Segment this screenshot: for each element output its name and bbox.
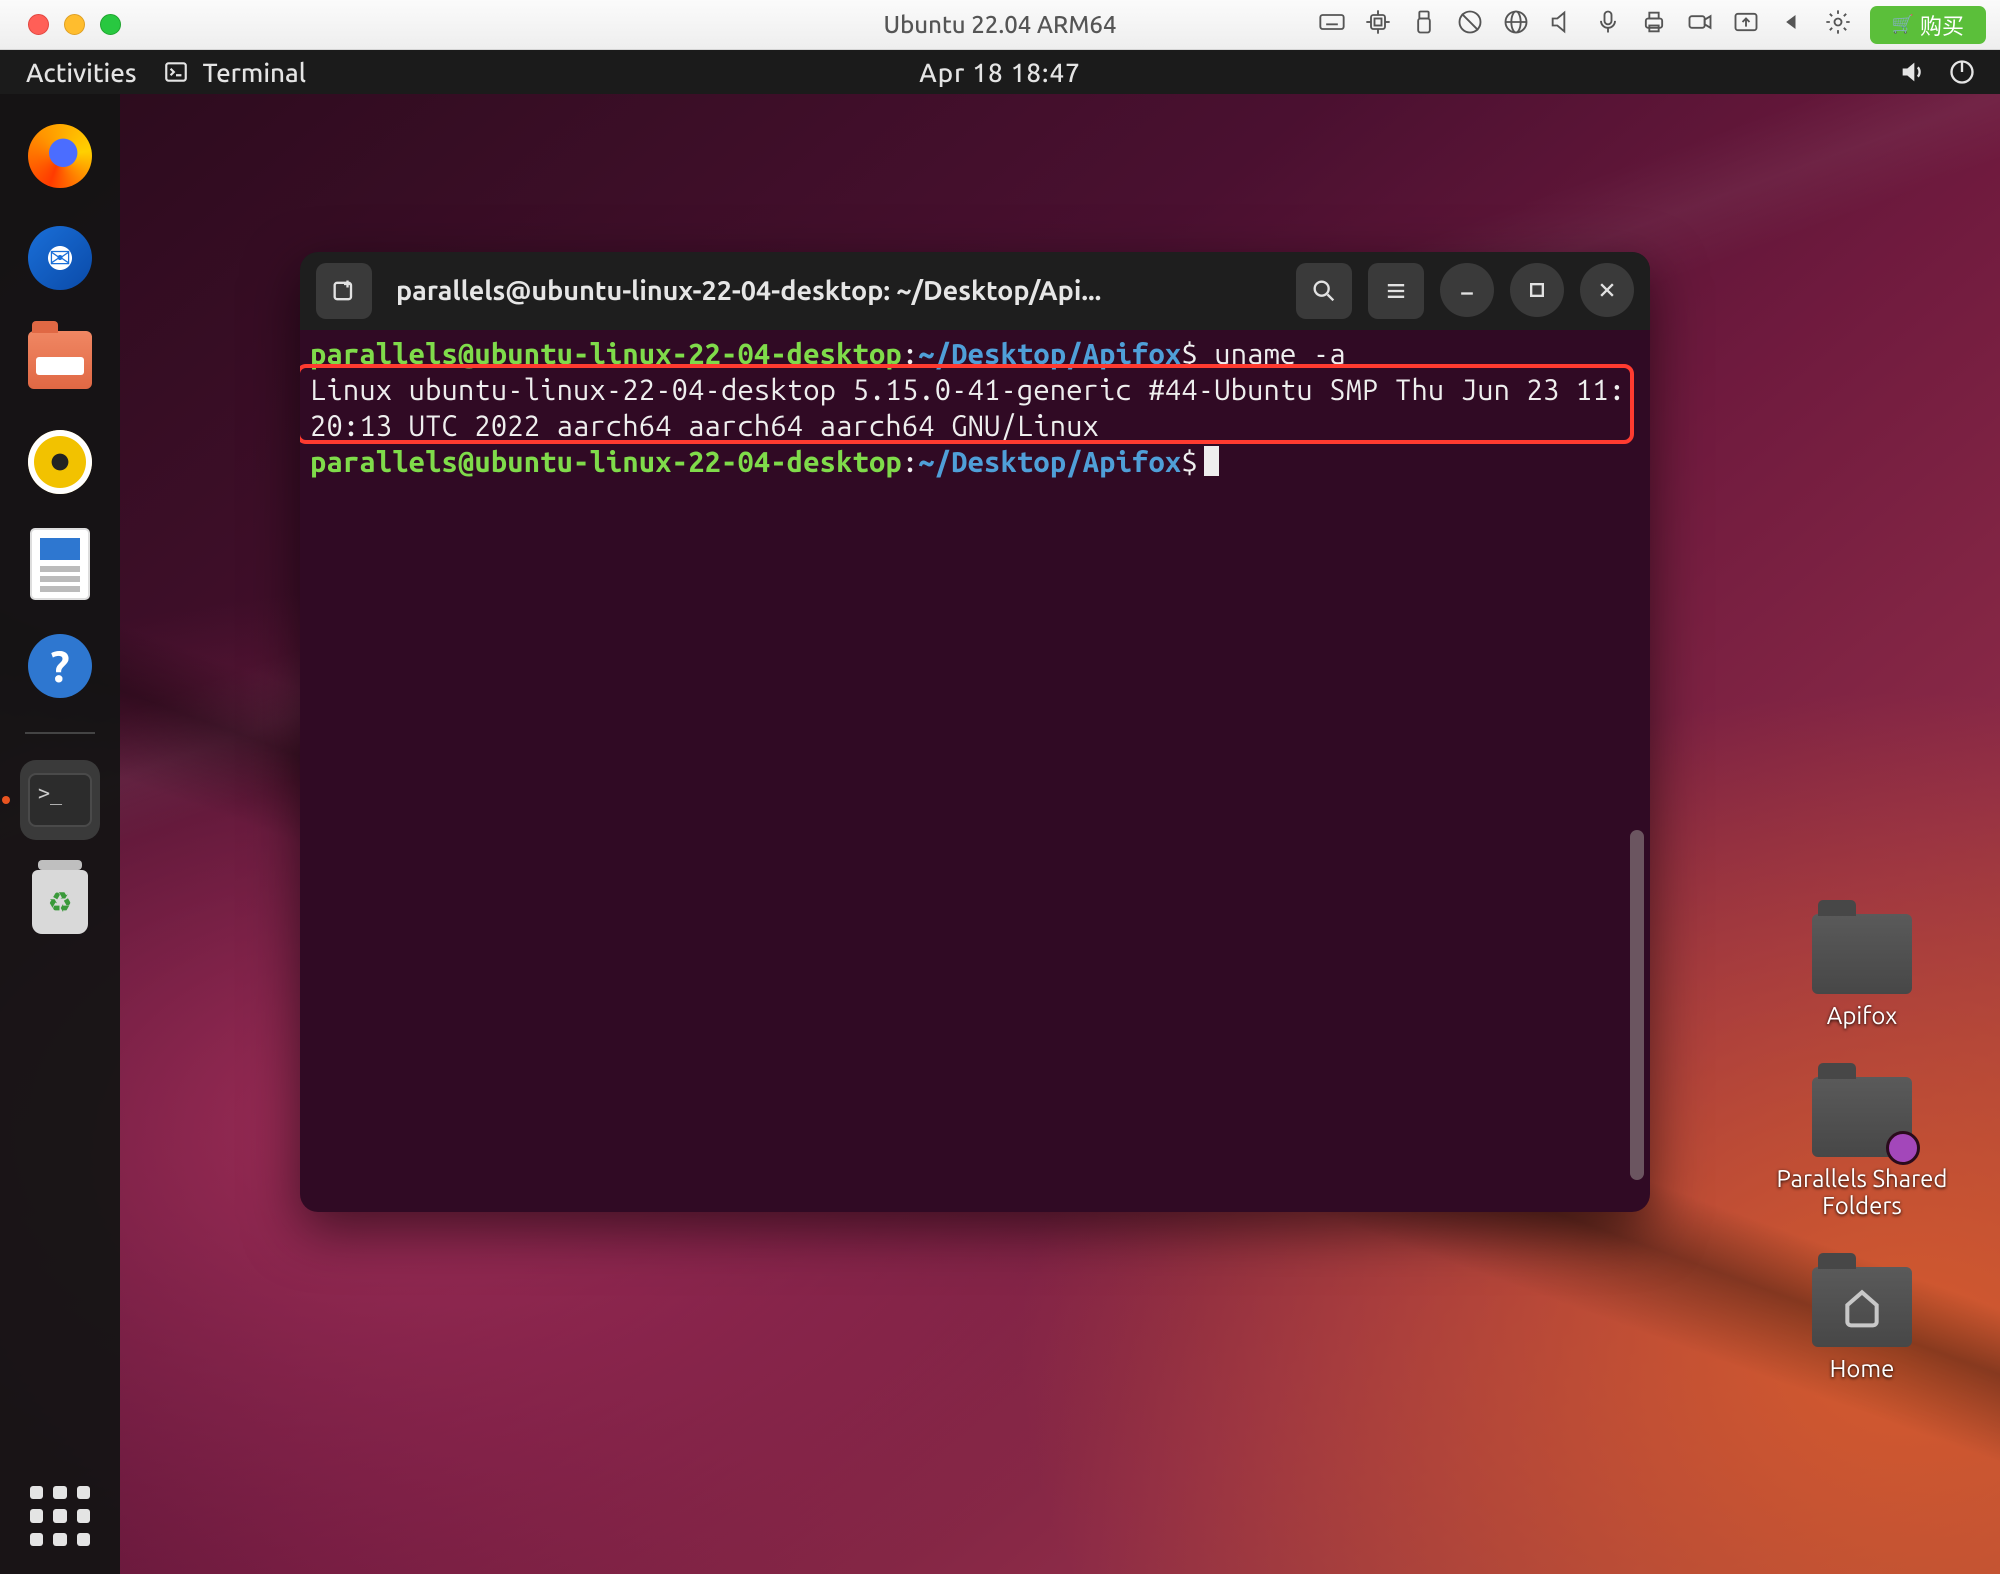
mic-icon[interactable] xyxy=(1594,8,1622,41)
mac-fullscreen-button[interactable] xyxy=(100,14,121,35)
terminal-line-3: parallels@ubuntu-linux-22-04-desktop:~/D… xyxy=(310,444,1640,480)
show-applications-button[interactable] xyxy=(30,1486,90,1546)
activities-button[interactable]: Activities xyxy=(0,58,163,87)
terminal-appmenu-icon xyxy=(163,59,189,85)
terminal-headerbar: parallels@ubuntu-linux-22-04-desktop: ~/… xyxy=(300,252,1650,330)
parallels-status-icons: 购买 xyxy=(1318,6,2000,44)
share-icon[interactable] xyxy=(1732,8,1760,41)
cpu-icon[interactable] xyxy=(1364,8,1392,41)
system-status-area[interactable] xyxy=(1898,58,2000,86)
terminal-line-1: parallels@ubuntu-linux-22-04-desktop:~/D… xyxy=(310,336,1640,372)
mac-close-button[interactable] xyxy=(28,14,49,35)
thunderbird-icon xyxy=(28,226,92,290)
app-menu[interactable]: Terminal xyxy=(163,58,306,87)
terminal-icon xyxy=(28,773,92,827)
desktop-folder-parallels-shared[interactable]: Parallels Shared Folders xyxy=(1752,1077,1972,1219)
gear-icon[interactable] xyxy=(1824,8,1852,41)
hamburger-icon xyxy=(1382,277,1410,305)
desktop-icon-label: Apifox xyxy=(1827,1002,1898,1029)
app-menu-label: Terminal xyxy=(203,58,306,87)
prompt-sep: : xyxy=(902,338,918,370)
dock-trash[interactable] xyxy=(20,862,100,942)
minimize-button[interactable] xyxy=(1440,263,1494,317)
usb-icon[interactable] xyxy=(1410,8,1438,41)
prompt-path: ~/Desktop/Apifox xyxy=(918,338,1181,370)
prompt-sep: : xyxy=(902,446,918,478)
terminal-command: uname -a xyxy=(1214,338,1346,370)
prompt-symbol: $ xyxy=(1181,446,1197,478)
dock-help[interactable]: ? xyxy=(20,626,100,706)
help-icon: ? xyxy=(28,634,92,698)
dock-files[interactable] xyxy=(20,320,100,400)
gnome-top-bar: Activities Terminal Apr 18 18:47 xyxy=(0,50,2000,94)
power-icon xyxy=(1948,58,1976,86)
folder-home-icon xyxy=(1812,1267,1912,1347)
files-icon xyxy=(28,331,92,389)
libreoffice-writer-icon xyxy=(30,528,90,600)
close-icon xyxy=(1593,276,1621,304)
terminal-body[interactable]: parallels@ubuntu-linux-22-04-desktop:~/D… xyxy=(300,330,1650,1212)
menu-button[interactable] xyxy=(1368,263,1424,319)
buy-button[interactable]: 购买 xyxy=(1870,6,1986,44)
dock-thunderbird[interactable] xyxy=(20,218,100,298)
desktop-folder-apifox[interactable]: Apifox xyxy=(1812,914,1912,1029)
folder-shared-icon xyxy=(1812,1077,1912,1157)
desktop-icon-label: Parallels Shared Folders xyxy=(1752,1165,1972,1219)
dock-terminal[interactable] xyxy=(20,760,100,840)
terminal-output: Linux ubuntu-linux-22-04-desktop 5.15.0-… xyxy=(310,372,1640,444)
printer-icon[interactable] xyxy=(1640,8,1668,41)
dock-separator xyxy=(25,732,95,734)
dock-firefox[interactable] xyxy=(20,116,100,196)
firefox-icon xyxy=(28,124,92,188)
terminal-title: parallels@ubuntu-linux-22-04-desktop: ~/… xyxy=(386,276,1282,306)
prompt-path: ~/Desktop/Apifox xyxy=(918,446,1181,478)
search-icon xyxy=(1310,277,1338,305)
parallels-titlebar: Ubuntu 22.04 ARM64 购买 xyxy=(0,0,2000,50)
folder-icon xyxy=(1812,914,1912,994)
new-tab-button[interactable] xyxy=(316,263,372,319)
camera-icon[interactable] xyxy=(1686,8,1714,41)
ubuntu-dock: ? xyxy=(0,94,120,1574)
mac-minimize-button[interactable] xyxy=(64,14,85,35)
sound-icon[interactable] xyxy=(1548,8,1576,41)
desktop-folder-home[interactable]: Home xyxy=(1812,1267,1912,1382)
prompt-user: parallels@ubuntu-linux-22-04-desktop xyxy=(310,446,902,478)
terminal-scrollbar[interactable] xyxy=(1630,830,1644,1180)
dock-rhythmbox[interactable] xyxy=(20,422,100,502)
search-button[interactable] xyxy=(1296,263,1352,319)
globe-icon[interactable] xyxy=(1502,8,1530,41)
terminal-cursor xyxy=(1204,446,1219,476)
trash-icon xyxy=(32,870,88,934)
maximize-button[interactable] xyxy=(1510,263,1564,317)
terminal-window: parallels@ubuntu-linux-22-04-desktop: ~/… xyxy=(300,252,1650,1212)
desktop-icon-label: Home xyxy=(1830,1355,1895,1382)
back-arrow-icon[interactable] xyxy=(1778,8,1806,41)
dock-libreoffice-writer[interactable] xyxy=(20,524,100,604)
prompt-symbol: $ xyxy=(1181,338,1197,370)
close-button[interactable] xyxy=(1580,263,1634,317)
rhythmbox-icon xyxy=(28,430,92,494)
buy-button-label: 购买 xyxy=(1920,9,1964,41)
wallpaper: Apifox Parallels Shared Folders Home par… xyxy=(0,94,2000,1574)
volume-icon xyxy=(1898,58,1926,86)
prompt-user: parallels@ubuntu-linux-22-04-desktop xyxy=(310,338,902,370)
network-off-icon[interactable] xyxy=(1456,8,1484,41)
mac-traffic-lights xyxy=(0,14,121,35)
desktop-icons: Apifox Parallels Shared Folders Home xyxy=(1752,914,1972,1382)
maximize-icon xyxy=(1523,276,1551,304)
minimize-icon xyxy=(1453,276,1481,304)
keyboard-icon[interactable] xyxy=(1318,8,1346,41)
ubuntu-desktop: Activities Terminal Apr 18 18:47 Apifox … xyxy=(0,50,2000,1574)
